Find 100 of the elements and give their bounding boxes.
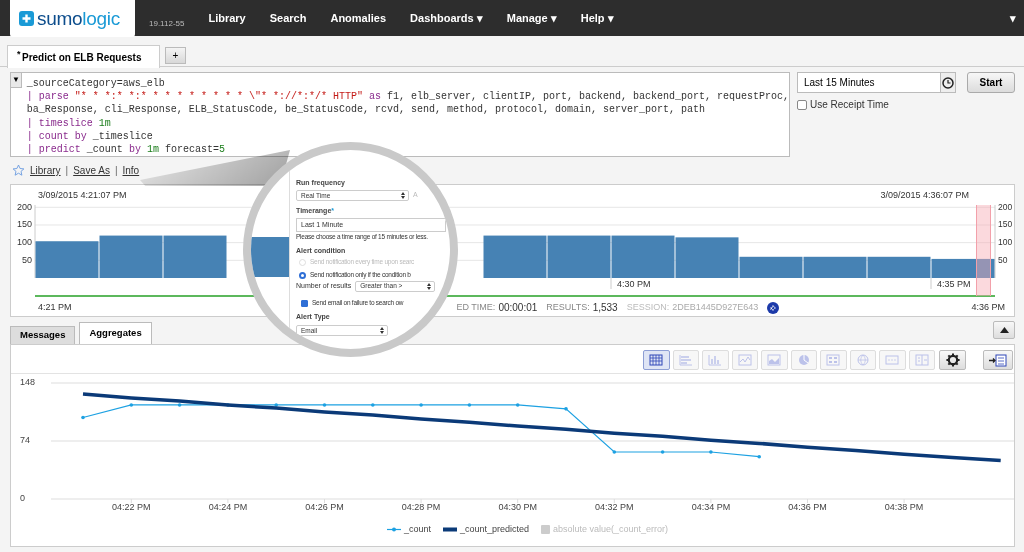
globe-icon [855, 354, 870, 366]
settings-button[interactable] [939, 350, 967, 370]
timeline-end-label: 4:36 PM [971, 300, 1005, 314]
histogram-bar [803, 256, 867, 278]
account-menu-caret[interactable]: ▾ [1010, 9, 1016, 27]
data-point [709, 450, 713, 454]
data-point [564, 407, 568, 411]
link-icon [767, 301, 780, 314]
x-axis-label: 4:30 PM [617, 279, 651, 290]
data-point [757, 454, 761, 459]
version-label: 19.112-55 [149, 18, 185, 30]
nav-menu-item[interactable]: Help ▾ [580, 9, 614, 27]
up-down-arrows-icon [427, 282, 432, 290]
status-value: 1,533 [592, 301, 618, 315]
code-line: ba_Response, cli_Response, ELB_StatusCode, be_StatusCode, rcvd, send, method, protocol, domain, server_port, path [26, 103, 706, 117]
legend-item[interactable]: _count_predicted [442, 523, 529, 537]
status-value: 00:00:01 [498, 301, 538, 315]
data-point [371, 403, 375, 407]
histogram-bar [163, 235, 227, 278]
query-editor[interactable] [10, 72, 790, 157]
pie-chart-icon [796, 354, 811, 366]
data-point [660, 450, 665, 454]
nav-menu-item[interactable]: Library [208, 9, 246, 27]
data-point [322, 403, 327, 407]
data-point [177, 403, 182, 407]
nav-menu-item[interactable]: Dashboards ▾ [410, 9, 483, 27]
up-down-arrows-icon [380, 327, 384, 334]
x-axis-label: 04:28 PM [401, 502, 441, 513]
timeline-start-label: 4:21 PM [38, 300, 72, 314]
code-line: | predict _count by 1m forecast=5 [26, 142, 226, 157]
start-time-label: 3/09/2015 4:21:07 PM [38, 190, 127, 201]
status-value: 2DEB1445D927E643 [672, 300, 759, 314]
dots-icon [885, 354, 900, 366]
query-tab[interactable]: *Predict on ELB Requests [7, 45, 160, 68]
code-line: | parse "* * *:* *:* * * * * * * * * \"* *://*:*/* HTTP" as f1, elb_server, clientIP, port, backend, backend_port, requestProc, [26, 90, 789, 104]
data-point [515, 403, 520, 407]
legend-swatch-icon [541, 525, 550, 535]
star-icon[interactable] [12, 164, 25, 177]
x-axis-label: 04:38 PM [884, 502, 924, 513]
nav-menu-item[interactable]: Anomalies [330, 9, 387, 27]
x-axis-label: 04:30 PM [498, 502, 537, 513]
selection-highlight[interactable] [976, 205, 991, 296]
data-point [419, 403, 423, 407]
data-point [274, 403, 278, 407]
y-axis-label: 200 [16, 201, 32, 212]
query-link[interactable]: Save As [73, 163, 110, 178]
result-tab[interactable]: Messages [10, 326, 76, 344]
status-label: ED TIME: [456, 300, 496, 314]
link-separator: | [114, 164, 118, 178]
nav-menu-item[interactable]: Search [269, 9, 307, 27]
y-axis-label: 200 [998, 201, 1013, 212]
histogram-bar [483, 235, 547, 278]
code-line: | count by _timeslice [26, 129, 154, 143]
query-link[interactable]: Library [30, 163, 61, 178]
y-axis-label: 50 [22, 254, 32, 265]
query-link[interactable]: Info [122, 163, 140, 178]
time-range-field[interactable]: Last 15 Minutes [797, 72, 940, 93]
y-axis-label: 100 [998, 236, 1013, 247]
histogram-bar [35, 241, 99, 278]
histogram-bar [611, 235, 675, 278]
gear-icon [945, 353, 960, 367]
magnified-histogram-bar [251, 237, 289, 277]
data-point [467, 403, 472, 407]
legend-item[interactable]: _count [386, 523, 431, 537]
receipt-time-checkbox[interactable] [797, 99, 807, 110]
end-time-label: 3/09/2015 4:36:07 PM [880, 190, 969, 201]
column-chart-icon [708, 354, 723, 366]
nav-menu-item[interactable]: Manage ▾ [506, 9, 557, 27]
histogram-bar [931, 258, 995, 278]
time-picker-button[interactable] [940, 72, 956, 93]
histogram-bar [867, 256, 931, 278]
data-point [612, 450, 617, 454]
logo-icon [19, 11, 34, 26]
y-axis-label: 150 [998, 219, 1013, 230]
collapse-button[interactable] [993, 321, 1015, 339]
checkbox[interactable] [301, 299, 308, 307]
code-line: | timeslice 1m [26, 116, 112, 130]
x-axis-label: 4:35 PM [937, 279, 971, 290]
result-tab[interactable]: Aggregates [79, 322, 152, 344]
status-label: RESULTS: [546, 300, 590, 314]
query-toggle-button[interactable]: ▼ [11, 73, 22, 88]
up-triangle-icon [999, 327, 1009, 333]
start-button[interactable]: Start [967, 72, 1015, 93]
export-button[interactable] [983, 350, 1013, 370]
status-label: SESSION: [626, 300, 670, 314]
radio-button[interactable] [299, 271, 306, 279]
histogram-bar [547, 235, 611, 278]
x-axis-label: 04:34 PM [691, 502, 731, 513]
y-axis-label: 74 [20, 435, 30, 446]
link-separator: | [65, 164, 69, 178]
x-axis-label: 04:36 PM [788, 502, 827, 513]
new-tab-button[interactable]: + [165, 47, 186, 64]
export-icon [989, 353, 1008, 367]
chart-type-button[interactable] [643, 350, 670, 370]
histogram-bar [99, 235, 163, 278]
y-axis-label: 100 [16, 237, 32, 247]
y-axis-label: 0 [20, 493, 25, 504]
data-point [129, 403, 134, 407]
bar-chart-icon [678, 354, 693, 366]
x-axis-label: 04:22 PM [112, 502, 151, 513]
